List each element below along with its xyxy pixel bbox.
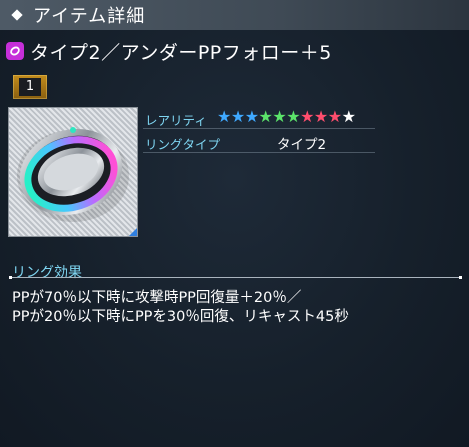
star-icon: ★ — [341, 107, 356, 126]
ring-glyph-icon — [10, 46, 20, 56]
effect-text-line-1: PPが70％以下時に攻撃時PP回復量＋20％／ — [12, 290, 302, 306]
star-icon: ★ — [300, 107, 315, 126]
info-divider — [143, 152, 375, 153]
ring-image-icon — [17, 127, 129, 222]
item-thumbnail — [8, 107, 138, 237]
divider-dot-right — [459, 276, 462, 279]
star-icon: ★ — [327, 107, 343, 126]
effect-title: リング効果 — [12, 265, 82, 281]
star-icon: ★ — [313, 107, 329, 126]
window-header: アイテム詳細 — [0, 0, 469, 30]
item-name-row: タイプ2／アンダーPPフォロー＋5 — [6, 38, 332, 64]
star-icon: ★ — [217, 107, 232, 126]
effect-text-line-2: PPが20％以下時にPPを30％回復、リキャスト45秒 — [12, 309, 349, 325]
star-icon: ★ — [258, 107, 273, 126]
star-icon: ★ — [272, 107, 287, 126]
star-icon: ★ — [230, 107, 246, 126]
ring-type-value: タイプ2 — [277, 137, 327, 153]
window-title: アイテム詳細 — [33, 6, 146, 27]
diamond-icon — [11, 9, 23, 21]
info-divider — [143, 128, 375, 129]
ring-type-label: リングタイプ — [145, 137, 221, 152]
rarity-label: レアリティ — [145, 113, 207, 128]
item-name: タイプ2／アンダーPPフォロー＋5 — [30, 41, 332, 64]
star-icon: ★ — [286, 107, 301, 126]
divider-dot-left — [9, 276, 12, 279]
rarity-stars: ★ ★ ★ ★ ★ ★ ★ ★ ★ ★ — [217, 107, 356, 126]
quantity-value: 1 — [19, 78, 41, 96]
effect-divider — [10, 277, 462, 278]
thumbnail-corner-marker — [129, 228, 137, 236]
ring-category-icon — [6, 42, 24, 60]
quantity-badge: 1 — [13, 75, 47, 99]
star-icon: ★ — [244, 107, 260, 126]
